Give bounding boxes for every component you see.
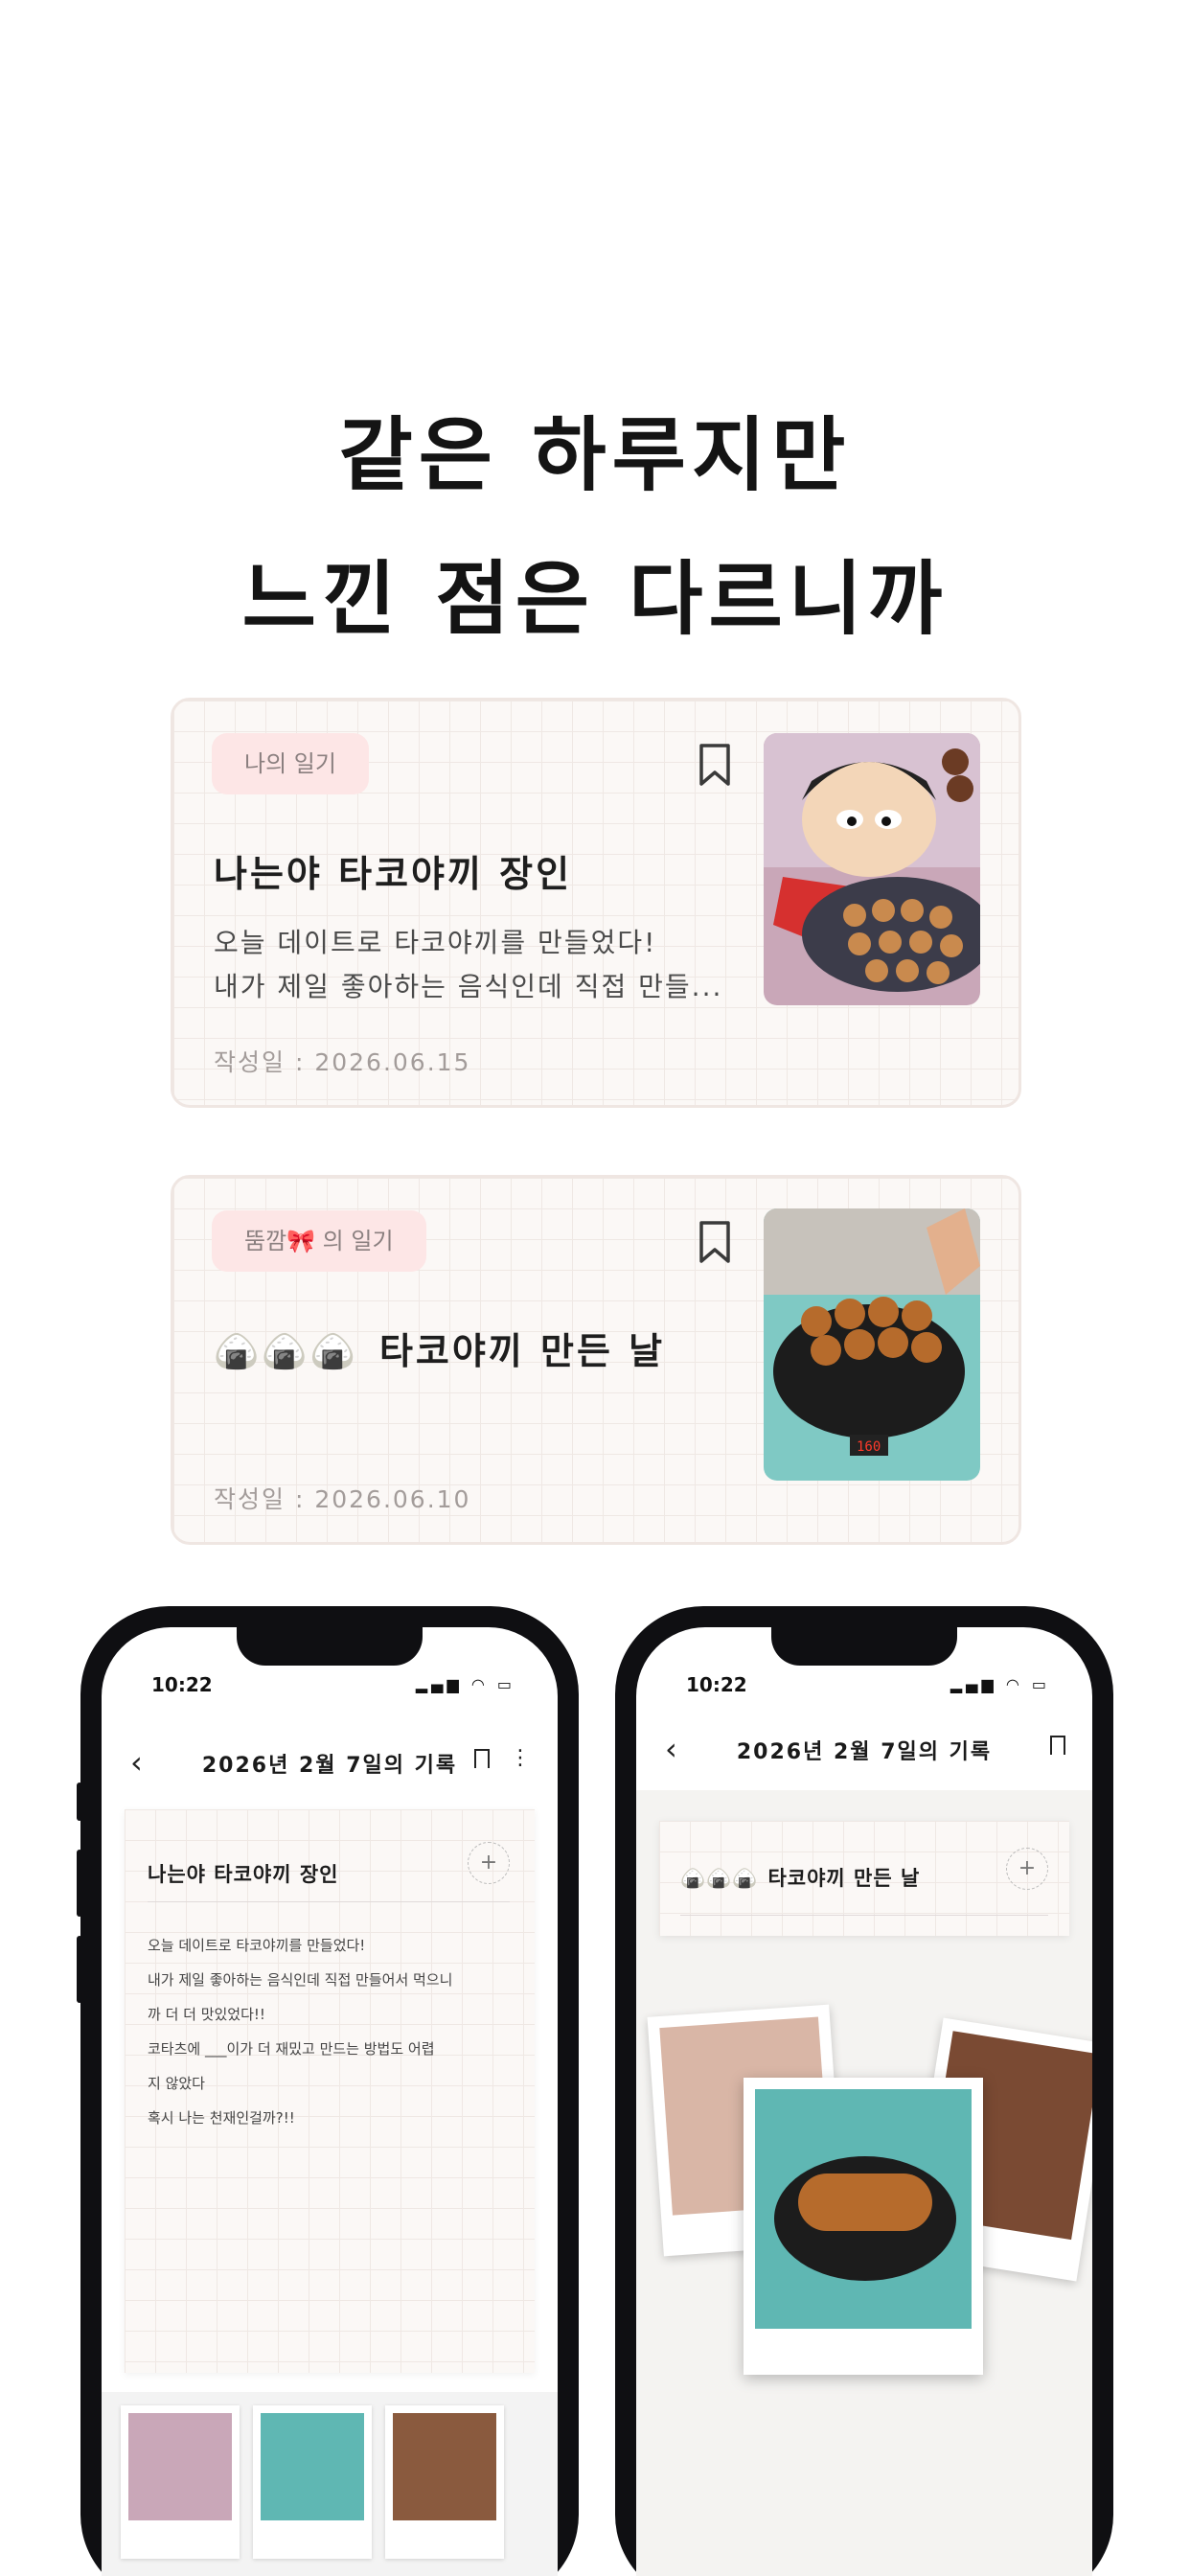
bookmark-icon[interactable] [698, 1220, 731, 1264]
entry-line: 혹시 나는 천재인걸까?!! [148, 2109, 295, 2127]
diary-owner-tag: 나의 일기 [212, 733, 369, 794]
entry-title-row: 🍙🍙🍙 타코야끼 만든 날 [680, 1863, 920, 1892]
entry-title: 타코야끼 만든 날 [767, 1867, 921, 1890]
headline-line-2: 느낀 점은 다르니까 [241, 552, 949, 646]
phone-title: 2026년 2월 7일의 기록 [736, 1740, 993, 1764]
entry-sheet: 나는야 타코야끼 장인 + 오늘 데이트로 타코야끼를 만들었다! 내가 제일 … [125, 1809, 535, 2373]
phone-header: ‹ 2026년 2월 7일의 기록 [636, 1719, 1092, 1777]
headline: 같은 하루지만 느낀 점은 다르니까 [0, 383, 1190, 671]
diary-title-row: 🍙🍙🍙 타코야끼 만든 날 [214, 1322, 665, 1374]
diary-preview: 오늘 데이트로 타코야끼를 만들었다! 내가 제일 좋아하는 음식인데 직접 만… [214, 921, 722, 1009]
entry-line: 코타츠에 ___이가 더 재밌고 만드는 방법도 어렵 [148, 2040, 435, 2058]
diary-preview-line: 오늘 데이트로 타코야끼를 만들었다! [214, 927, 657, 958]
headline-line-1: 같은 하루지만 [338, 408, 852, 502]
more-icon[interactable]: ⋮ [510, 1746, 531, 1770]
header-actions [1050, 1733, 1065, 1757]
bookmark-icon[interactable] [1050, 1736, 1065, 1755]
phone-notch [237, 1627, 423, 1666]
photo-strip [102, 2392, 558, 2576]
add-button[interactable]: + [468, 1842, 510, 1884]
diary-card-partner[interactable]: 뚬깜🎀 의 일기 🍙🍙🍙 타코야끼 만든 날 작성일 : 2026.06.10 1… [171, 1175, 1021, 1545]
photo-thumb[interactable] [121, 2405, 240, 2559]
status-time: 10:22 [686, 1673, 747, 1696]
diary-thumbnail [764, 733, 980, 1005]
phone-mockup-left: 10:22 ▂▄▆ ◠ ▭ ‹ 2026년 2월 7일의 기록 ⋮ 나는야 타코… [80, 1606, 579, 2576]
entry-line: 내가 제일 좋아하는 음식인데 직접 만들어서 먹으니 [148, 1971, 453, 1989]
photo-thumb[interactable] [253, 2405, 372, 2559]
entry-header-card: 🍙🍙🍙 타코야끼 만든 날 + [659, 1821, 1069, 1936]
entry-emoji: 🍙🍙🍙 [680, 1867, 759, 1890]
entry-divider [148, 1901, 510, 1902]
entry-body: 오늘 데이트로 타코야끼를 만들었다! 내가 제일 좋아하는 음식인데 직접 만… [148, 1928, 452, 2135]
entry-line: 지 않았다 [148, 2075, 205, 2092]
phone-screen: 10:22 ▂▄▆ ◠ ▭ ‹ 2026년 2월 7일의 기록 ⋮ 나는야 타코… [102, 1627, 558, 2576]
phone-notch [771, 1627, 957, 1666]
header-actions: ⋮ [474, 1746, 531, 1770]
diary-date: 작성일 : 2026.06.15 [214, 1048, 471, 1076]
bookmark-icon[interactable] [474, 1749, 490, 1768]
entry-title: 나는야 타코야끼 장인 [148, 1863, 339, 1886]
entry-line: 까 더 더 맛있었다!! [148, 2006, 265, 2023]
cartoon-takoyaki-image [764, 733, 980, 1005]
diary-thumbnail: 160 [764, 1208, 980, 1481]
phone-mockup-right: 10:22 ▂▄▆ ◠ ▭ ‹ 2026년 2월 7일의 기록 🍙🍙🍙 타코야끼 … [615, 1606, 1113, 2576]
status-time: 10:22 [151, 1673, 213, 1696]
phone-header: ‹ 2026년 2월 7일의 기록 ⋮ [102, 1733, 558, 1790]
diary-title: 나는야 타코야끼 장인 [214, 853, 573, 895]
polaroid-photo[interactable] [744, 2078, 983, 2375]
diary-title-emoji: 🍙🍙🍙 [214, 1330, 358, 1372]
svg-text:160: 160 [857, 1439, 881, 1455]
status-icons: ▂▄▆ ◠ ▭ [950, 1675, 1050, 1693]
diary-owner-tag: 뚬깜🎀 의 일기 [212, 1210, 426, 1272]
diary-card-mine[interactable]: 나의 일기 나는야 타코야끼 장인 오늘 데이트로 타코야끼를 만들었다! 내가… [171, 698, 1021, 1108]
photo-thumb[interactable] [385, 2405, 504, 2559]
diary-preview-line: 내가 제일 좋아하는 음식인데 직접 만들... [214, 971, 723, 1002]
diary-title: 타코야끼 만든 날 [378, 1330, 666, 1372]
add-button[interactable]: + [1006, 1848, 1048, 1890]
entry-divider [680, 1915, 1048, 1916]
diary-date: 작성일 : 2026.06.10 [214, 1485, 471, 1513]
entry-line: 오늘 데이트로 타코야끼를 만들었다! [148, 1937, 366, 1954]
phone-screen: 10:22 ▂▄▆ ◠ ▭ ‹ 2026년 2월 7일의 기록 🍙🍙🍙 타코야끼 … [636, 1627, 1092, 2576]
status-icons: ▂▄▆ ◠ ▭ [415, 1675, 515, 1693]
takoyaki-pan-image: 160 [764, 1208, 980, 1481]
canvas-area: 🍙🍙🍙 타코야끼 만든 날 + [636, 1790, 1092, 2576]
bookmark-icon[interactable] [698, 743, 731, 787]
